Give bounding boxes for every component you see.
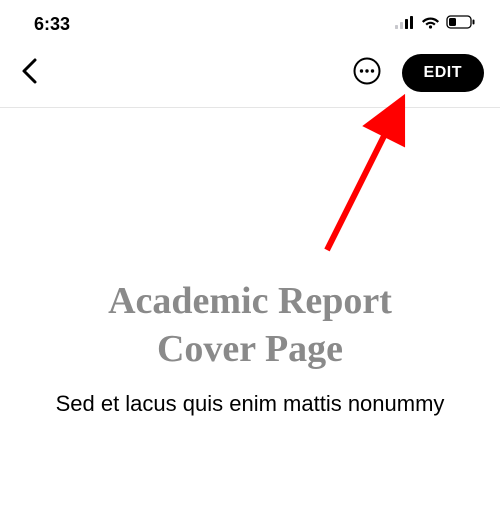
page-title: Academic Report Cover Page xyxy=(0,278,500,373)
more-horizontal-icon xyxy=(352,56,382,89)
nav-bar: EDIT xyxy=(0,44,500,108)
page-subtitle: Sed et lacus quis enim mattis nonummy xyxy=(0,389,500,419)
back-button[interactable] xyxy=(16,53,44,92)
chevron-left-icon xyxy=(20,57,40,88)
status-icons xyxy=(395,15,476,34)
cellular-icon xyxy=(395,15,415,34)
status-bar: 6:33 xyxy=(0,0,500,44)
title-line-2: Cover Page xyxy=(157,328,343,370)
more-button[interactable] xyxy=(348,52,386,93)
status-time: 6:33 xyxy=(34,14,70,35)
wifi-icon xyxy=(421,15,440,34)
document-content: Academic Report Cover Page Sed et lacus … xyxy=(0,108,500,419)
title-line-1: Academic Report xyxy=(108,280,392,322)
edit-button[interactable]: EDIT xyxy=(402,54,484,92)
battery-icon xyxy=(446,15,476,34)
